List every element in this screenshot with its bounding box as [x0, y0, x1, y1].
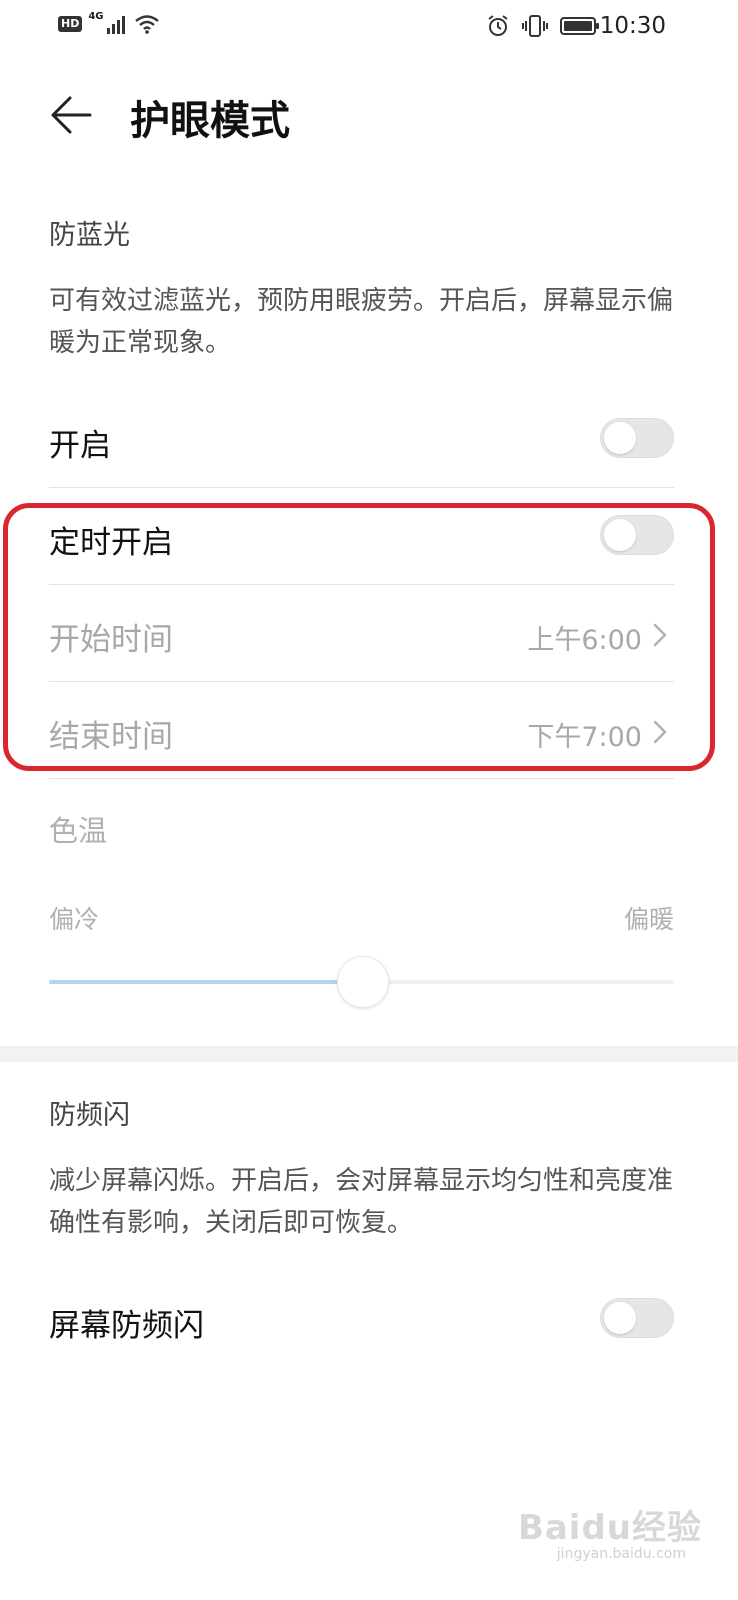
signal-icon — [106, 16, 125, 34]
status-bar: HD 4G 10:30 — [0, 0, 738, 56]
annotation-highlight-box — [3, 503, 715, 771]
warm-label: 偏暖 — [623, 905, 674, 934]
blue-light-enable-row[interactable]: 开启 — [49, 392, 674, 488]
baidu-watermark-url: jingyan.baidu.com — [556, 1546, 686, 1562]
flicker-toggle[interactable] — [600, 1298, 674, 1338]
flicker-description: 减少屏幕闪烁。开启后，会对屏幕显示均匀性和亮度准确性有影响，关闭后即可恢复。 — [49, 1166, 674, 1238]
baidu-watermark: Baidu经验 — [517, 1508, 702, 1548]
app-header: 护眼模式 — [0, 80, 738, 150]
divider — [49, 487, 674, 488]
slider-thumb[interactable] — [337, 956, 389, 1008]
blue-light-enable-label: 开启 — [49, 428, 111, 464]
network-type: 4G — [88, 10, 104, 22]
flicker-section-title: 防频闪 — [49, 1100, 130, 1131]
flicker-toggle-row[interactable]: 屏幕防频闪 — [49, 1272, 674, 1368]
status-icons — [486, 14, 600, 38]
color-temp-title: 色温 — [49, 814, 108, 848]
vibrate-icon — [522, 15, 548, 37]
status-left: HD 4G — [58, 10, 160, 34]
toggle-knob — [604, 422, 636, 454]
toggle-knob — [604, 1302, 636, 1334]
section-separator — [0, 1046, 738, 1062]
blue-light-description: 可有效过滤蓝光，预防用眼疲劳。开启后，屏幕显示偏暖为正常现象。 — [49, 286, 674, 358]
divider — [49, 778, 674, 779]
slider-fill — [49, 980, 362, 984]
status-time: 10:30 — [599, 13, 666, 39]
page-title: 护眼模式 — [130, 98, 290, 144]
flicker-toggle-label: 屏幕防频闪 — [49, 1308, 204, 1344]
battery-icon — [560, 17, 599, 35]
back-arrow-icon[interactable] — [50, 94, 92, 136]
color-temp-slider[interactable] — [49, 956, 674, 1008]
alarm-icon — [488, 15, 508, 36]
wifi-icon — [134, 15, 159, 34]
blue-light-enable-toggle[interactable] — [600, 418, 674, 458]
hd-badge: HD — [58, 16, 83, 32]
blue-light-section-title: 防蓝光 — [49, 220, 130, 251]
cool-label: 偏冷 — [49, 905, 100, 934]
